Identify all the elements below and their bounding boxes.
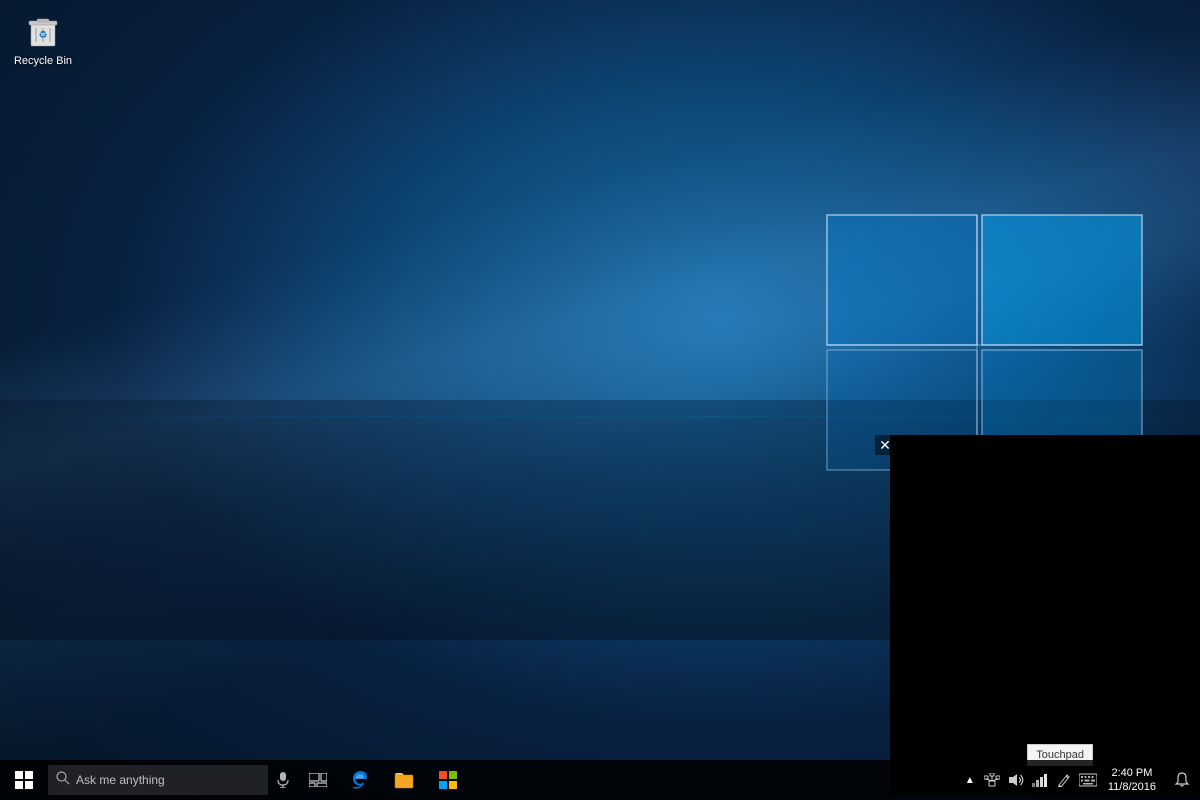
- tray-overflow-button[interactable]: ▲: [960, 760, 980, 800]
- start-button[interactable]: [0, 760, 48, 800]
- store-icon: [438, 770, 458, 790]
- edge-button[interactable]: [338, 760, 382, 800]
- volume-icon: [1008, 773, 1024, 787]
- file-explorer-button[interactable]: [382, 760, 426, 800]
- clock-time: 2:40 PM: [1111, 766, 1152, 780]
- recycle-bin-svg: ♻: [23, 10, 63, 50]
- clock-date: 11/8/2016: [1108, 780, 1156, 794]
- wifi-tray-icon[interactable]: [1028, 760, 1052, 800]
- network-tray-icon[interactable]: [980, 760, 1004, 800]
- pen-icon: [1057, 773, 1071, 787]
- pen-tray-icon[interactable]: [1052, 760, 1076, 800]
- start-icon: [15, 771, 33, 789]
- recycle-bin-icon[interactable]: ♻ Recycle Bin: [8, 10, 78, 68]
- taskbar: Ask me anything: [0, 760, 1200, 800]
- svg-text:♻: ♻: [39, 30, 48, 41]
- volume-tray-icon[interactable]: [1004, 760, 1028, 800]
- recycle-bin-label: Recycle Bin: [8, 54, 78, 68]
- store-button[interactable]: [426, 760, 470, 800]
- clock-area[interactable]: 2:40 PM 11/8/2016: [1100, 760, 1164, 800]
- keyboard-tray-icon[interactable]: [1076, 760, 1100, 800]
- task-view-icon: [309, 773, 327, 787]
- keyboard-icon: [1079, 773, 1097, 787]
- file-explorer-icon: [394, 770, 414, 790]
- wifi-icon: [1032, 773, 1048, 787]
- system-tray: ▲: [960, 760, 1200, 800]
- notification-icon: [1174, 772, 1190, 788]
- search-icon: [56, 771, 70, 790]
- search-placeholder: Ask me anything: [76, 773, 165, 787]
- cortana-mic-button[interactable]: [268, 760, 298, 800]
- notification-button[interactable]: [1164, 760, 1200, 800]
- task-view-button[interactable]: [298, 760, 338, 800]
- desktop: ♻ Recycle Bin ✕ Touchpad: [0, 0, 1200, 800]
- search-bar[interactable]: Ask me anything: [48, 765, 268, 795]
- panel-close-button[interactable]: ✕: [875, 435, 895, 455]
- edge-icon: [350, 770, 370, 790]
- mic-icon: [277, 772, 289, 788]
- black-panel: [890, 435, 1200, 795]
- network-icon: [984, 773, 1000, 787]
